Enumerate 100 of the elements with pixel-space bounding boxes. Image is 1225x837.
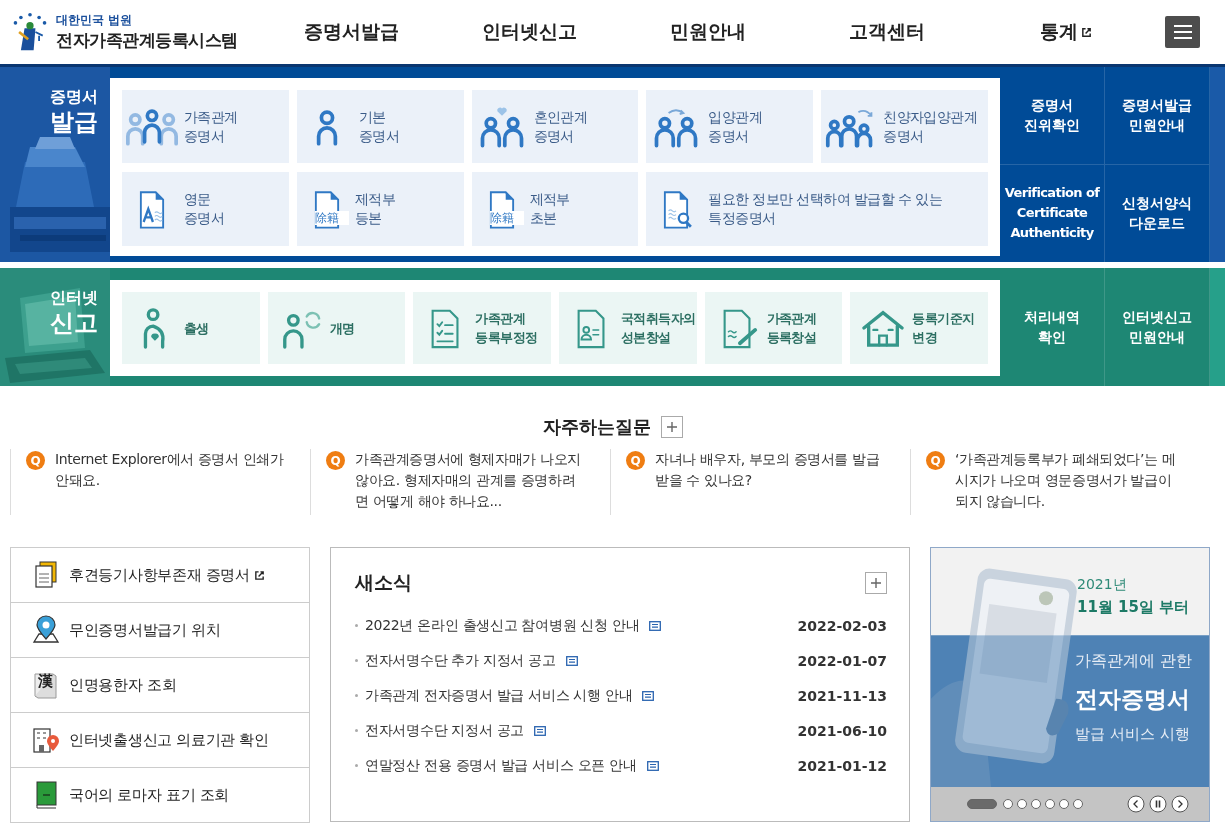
banner-text: 발급 서비스 시행 [1075,725,1191,744]
document-icon [565,655,578,666]
section-title: 발급 [50,107,98,137]
faq-question[interactable]: 자녀나 배우자, 부모의 증명서를 발급 받을 수 있나요? [655,449,880,515]
plus-icon [665,421,678,433]
news-date: 2021-11-13 [797,687,887,704]
quick-link[interactable]: 漢 인명용한자 조회 [11,657,309,712]
news-link[interactable]: 연말정산 전용 증명서 발급 서비스 오픈 안내 [365,756,637,775]
card-label: 가족관계 등록창설 [766,310,817,347]
quick-link[interactable]: 인터넷출생신고 의료기관 확인 [11,712,309,767]
news-link[interactable]: 전자서명수단 지정서 공고 [365,721,524,740]
card-label: 영문 증명서 [184,190,225,228]
section-link[interactable]: Verification of Certificate Authenticity [1000,164,1105,262]
card-label: 개명 [329,319,355,338]
slide-dot[interactable] [1031,799,1041,809]
question-badge: Q [26,451,45,470]
news-date: 2022-01-07 [797,652,887,669]
card-label: 제적부 등본 [354,190,395,228]
card-label: 등록기준지 변경 [912,310,975,347]
nav-link[interactable]: 고객센터 [797,19,977,45]
slide-dot[interactable] [1073,799,1083,809]
icon-caption: 除籍 [489,211,524,225]
card-label: 국적취득자의 성본창설 [621,310,696,347]
bullet-icon [355,694,358,697]
slide-dot[interactable] [1059,799,1069,809]
news-link[interactable]: 전자서명수단 추가 지정서 공고 [365,651,556,670]
faq-title: 자주하는질문 [542,415,651,439]
quick-link-label: 국어의 로마자 표기 조회 [69,785,229,805]
question-badge: Q [326,451,345,470]
document-icon [534,725,546,736]
slide-dot[interactable] [1017,799,1027,809]
faq-question[interactable]: ‘가족관계등록부가 폐쇄되었다’는 메 시지가 나오며 영문증명서가 발급이 되지 않습니다. [955,449,1176,515]
menu-icon [1172,24,1193,40]
news-date: 2022-02-03 [797,617,887,634]
menu-button[interactable] [1165,16,1200,48]
card-label: 입양관계 증명서 [708,107,762,146]
document-icon [646,760,659,771]
card-label: 필요한 정보만 선택하여 발급할 수 있는 특정증명서 [708,190,943,228]
report-card[interactable]: 가족관계 등록부정정 [413,292,551,364]
section-title: 신고 [50,308,98,338]
quick-link[interactable]: 무인증명서발급기 위치 [11,602,309,657]
question-badge: Q [926,451,945,470]
previous-button[interactable] [1127,795,1145,813]
quick-link-label: 무인증명서발급기 위치 [69,620,221,640]
faq-question[interactable]: 가족관계증명서에 형제자매가 나오지 않아요. 형제자매의 관계를 증명하려 면 어떻게 해야 하나요... [355,449,581,515]
card-label: 친양자입양관계 증명서 [883,107,977,146]
building-pin-icon [31,725,61,755]
question-badge: Q [626,451,645,470]
quick-link[interactable]: 후견등기사항부존재 증명서 [11,548,309,602]
site-title[interactable]: 전자가족관계등록시스템 [56,29,238,52]
court-name: 대한민국 법원 [56,12,134,29]
card-label: 출생 [184,319,209,338]
news-link[interactable]: 가족관계 전자증명서 발급 서비스 시행 안내 [365,686,633,705]
faq-question[interactable]: Internet Explorer에서 증명서 인쇄가 안돼요. [55,449,284,515]
card-label: 기본 증명서 [358,107,399,146]
slide-dot[interactable] [1003,799,1013,809]
nav-link[interactable]: 인터넷신고 [440,19,620,45]
pause-button[interactable] [1149,795,1167,813]
card-label: 혼인관계 증명서 [533,107,588,146]
section-link[interactable]: 처리내역 확인 [1000,268,1105,386]
banner-headline: 전자증명서 [1075,685,1191,714]
quick-link-label: 후견등기사항부존재 증명서 [69,565,250,585]
banner-date: 11월 15일 부터 [1077,598,1191,617]
report-card[interactable]: 국적취득자의 성본창설 [559,292,697,364]
slide-dot[interactable] [1045,799,1055,809]
report-card[interactable]: 출생 [122,292,260,364]
certificate-card[interactable]: 영문 증명서 [122,172,289,246]
report-card[interactable]: 가족관계 등록창설 [704,292,843,364]
news-title: 새소식 [355,570,412,595]
nav-link[interactable]: 민원안내 [619,19,798,45]
document-icon [649,620,662,631]
card-label: 제적부 초본 [529,190,570,228]
quick-link[interactable]: 국어의 로마자 표기 조회 [11,767,309,822]
bullet-icon [355,659,358,662]
certificate-card[interactable]: 기본 증명서 [296,90,464,163]
quick-link-label: 인명용한자 조회 [69,675,177,695]
news-date: 2021-01-12 [797,757,887,774]
certificate-card[interactable]: 가족관계 증명서 [122,90,289,163]
certificate-card[interactable]: 입양관계 증명서 [646,90,814,163]
more-button[interactable] [660,416,683,438]
icon-caption: 漢 [38,672,53,691]
section-subtitle: 인터넷 [50,288,98,308]
certificate-card[interactable]: 除籍 제적부 등본 [296,172,464,246]
news-link[interactable]: 2022년 온라인 출생신고 참여병원 신청 안내 [365,616,640,635]
section-subtitle: 증명서 [50,87,98,107]
nav-link[interactable]: 증명서발급 [262,19,441,45]
report-card[interactable]: 등록기준지 변경 [850,292,988,364]
more-button[interactable] [865,572,887,594]
section-link[interactable]: 증명서 진위확인 [1000,67,1105,165]
next-button[interactable] [1171,795,1189,813]
nav-link[interactable]: 통계 [976,19,1155,45]
certificate-card[interactable]: 필요한 정보만 선택하여 발급할 수 있는 특정증명서 [646,172,988,246]
card-label: 가족관계 등록부정정 [475,310,538,347]
report-card[interactable]: 개명 [267,292,406,364]
map-pin-icon [31,615,61,645]
bullet-icon [355,764,358,767]
certificate-card[interactable]: 혼인관계 증명서 [471,90,639,163]
certificate-card[interactable]: 친양자입양관계 증명서 [821,90,988,163]
certificate-card[interactable]: 除籍 제적부 초본 [471,172,639,246]
news-date: 2021-06-10 [797,722,887,739]
